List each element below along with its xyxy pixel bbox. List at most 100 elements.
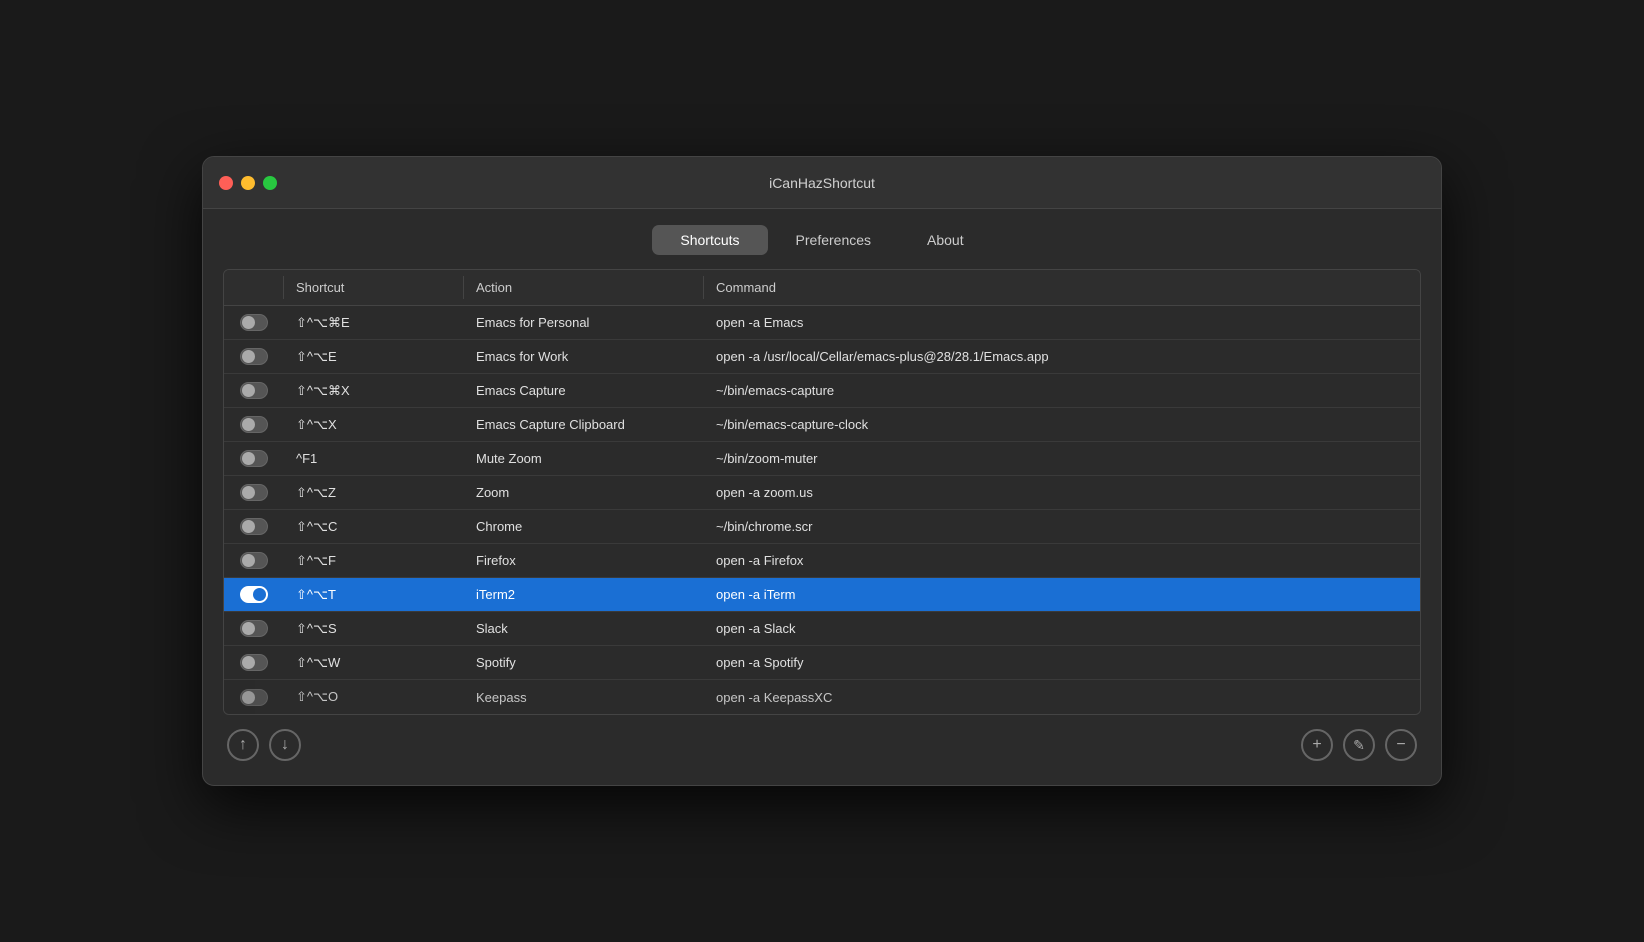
- toggle-switch[interactable]: [240, 382, 268, 399]
- close-button[interactable]: [219, 176, 233, 190]
- tab-bar: Shortcuts Preferences About: [223, 225, 1421, 255]
- table-row[interactable]: ⇧^⌥OKeepassopen -a KeepassXC: [224, 680, 1420, 714]
- toggle-switch[interactable]: [240, 484, 268, 501]
- shortcut-cell: ^F1: [284, 445, 464, 472]
- command-cell: open -a Emacs: [704, 309, 1420, 336]
- toggle-cell[interactable]: [224, 580, 284, 609]
- table-row[interactable]: ⇧^⌥CChrome~/bin/chrome.scr: [224, 510, 1420, 544]
- action-cell: Emacs for Personal: [464, 309, 704, 336]
- toggle-knob: [242, 452, 255, 465]
- toggle-switch[interactable]: [240, 314, 268, 331]
- toggle-cell[interactable]: [224, 478, 284, 507]
- table-body: ⇧^⌥⌘EEmacs for Personalopen -a Emacs⇧^⌥E…: [224, 306, 1420, 714]
- window-title: iCanHazShortcut: [769, 175, 875, 191]
- toggle-cell[interactable]: [224, 376, 284, 405]
- toggle-knob: [242, 316, 255, 329]
- edit-button[interactable]: ✎: [1343, 729, 1375, 761]
- table-row[interactable]: ⇧^⌥⌘EEmacs for Personalopen -a Emacs: [224, 306, 1420, 340]
- shortcuts-table: Shortcut Action Command ⇧^⌥⌘EEmacs for P…: [223, 269, 1421, 715]
- move-down-button[interactable]: ↓: [269, 729, 301, 761]
- command-cell: ~/bin/chrome.scr: [704, 513, 1420, 540]
- toggle-cell[interactable]: [224, 648, 284, 677]
- action-cell: Chrome: [464, 513, 704, 540]
- toggle-cell[interactable]: [224, 308, 284, 337]
- table-row[interactable]: ⇧^⌥XEmacs Capture Clipboard~/bin/emacs-c…: [224, 408, 1420, 442]
- command-cell: open -a /usr/local/Cellar/emacs-plus@28/…: [704, 343, 1420, 370]
- shortcut-cell: ⇧^⌥Z: [284, 479, 464, 507]
- shortcut-cell: ⇧^⌥W: [284, 649, 464, 677]
- header-action: Action: [464, 276, 704, 299]
- table-row[interactable]: ⇧^⌥WSpotifyopen -a Spotify: [224, 646, 1420, 680]
- toggle-knob: [253, 588, 266, 601]
- toggle-knob: [242, 520, 255, 533]
- toggle-knob: [242, 486, 255, 499]
- command-cell: open -a Slack: [704, 615, 1420, 642]
- main-content: Shortcuts Preferences About Shortcut Act…: [203, 209, 1441, 785]
- toggle-switch[interactable]: [240, 586, 268, 603]
- command-cell: ~/bin/emacs-capture: [704, 377, 1420, 404]
- shortcut-cell: ⇧^⌥⌘X: [284, 377, 464, 405]
- footer-left: ↑ ↓: [227, 729, 301, 761]
- toggle-switch[interactable]: [240, 348, 268, 365]
- action-cell: Firefox: [464, 547, 704, 574]
- command-cell: open -a Firefox: [704, 547, 1420, 574]
- toggle-cell[interactable]: [224, 512, 284, 541]
- minimize-button[interactable]: [241, 176, 255, 190]
- shortcut-cell: ⇧^⌥C: [284, 513, 464, 541]
- toggle-cell[interactable]: [224, 683, 284, 712]
- shortcut-cell: ⇧^⌥X: [284, 411, 464, 439]
- table-row[interactable]: ⇧^⌥FFirefoxopen -a Firefox: [224, 544, 1420, 578]
- action-cell: Emacs Capture Clipboard: [464, 411, 704, 438]
- toggle-switch[interactable]: [240, 450, 268, 467]
- command-cell: open -a KeepassXC: [704, 684, 1420, 711]
- action-cell: Zoom: [464, 479, 704, 506]
- toggle-switch[interactable]: [240, 654, 268, 671]
- action-cell: iTerm2: [464, 581, 704, 608]
- table-row[interactable]: ⇧^⌥SSlackopen -a Slack: [224, 612, 1420, 646]
- action-cell: Mute Zoom: [464, 445, 704, 472]
- toggle-knob: [242, 350, 255, 363]
- table-row[interactable]: ⇧^⌥⌘XEmacs Capture~/bin/emacs-capture: [224, 374, 1420, 408]
- toggle-switch[interactable]: [240, 518, 268, 535]
- titlebar: iCanHazShortcut: [203, 157, 1441, 209]
- remove-button[interactable]: −: [1385, 729, 1417, 761]
- toggle-switch[interactable]: [240, 689, 268, 706]
- table-row[interactable]: ⇧^⌥ZZoomopen -a zoom.us: [224, 476, 1420, 510]
- maximize-button[interactable]: [263, 176, 277, 190]
- shortcut-cell: ⇧^⌥O: [284, 683, 464, 711]
- command-cell: open -a zoom.us: [704, 479, 1420, 506]
- command-cell: open -a iTerm: [704, 581, 1420, 608]
- shortcut-cell: ⇧^⌥E: [284, 343, 464, 371]
- tab-about[interactable]: About: [899, 225, 992, 255]
- toggle-switch[interactable]: [240, 620, 268, 637]
- header-command: Command: [704, 276, 1420, 299]
- action-cell: Keepass: [464, 684, 704, 711]
- action-cell: Spotify: [464, 649, 704, 676]
- header-toggle: [224, 276, 284, 299]
- toggle-switch[interactable]: [240, 416, 268, 433]
- table-row[interactable]: ^F1Mute Zoom~/bin/zoom-muter: [224, 442, 1420, 476]
- toggle-cell[interactable]: [224, 444, 284, 473]
- footer: ↑ ↓ + ✎ −: [223, 715, 1421, 765]
- tab-preferences[interactable]: Preferences: [768, 225, 899, 255]
- toggle-cell[interactable]: [224, 342, 284, 371]
- toggle-cell[interactable]: [224, 614, 284, 643]
- traffic-lights: [219, 176, 277, 190]
- header-shortcut: Shortcut: [284, 276, 464, 299]
- table-row[interactable]: ⇧^⌥EEmacs for Workopen -a /usr/local/Cel…: [224, 340, 1420, 374]
- move-up-button[interactable]: ↑: [227, 729, 259, 761]
- shortcut-cell: ⇧^⌥S: [284, 615, 464, 643]
- toggle-switch[interactable]: [240, 552, 268, 569]
- table-row[interactable]: ⇧^⌥TiTerm2open -a iTerm: [224, 578, 1420, 612]
- command-cell: ~/bin/zoom-muter: [704, 445, 1420, 472]
- toggle-knob: [242, 691, 255, 704]
- shortcut-cell: ⇧^⌥⌘E: [284, 309, 464, 337]
- toggle-cell[interactable]: [224, 410, 284, 439]
- add-button[interactable]: +: [1301, 729, 1333, 761]
- footer-right: + ✎ −: [1301, 729, 1417, 761]
- action-cell: Slack: [464, 615, 704, 642]
- command-cell: ~/bin/emacs-capture-clock: [704, 411, 1420, 438]
- toggle-cell[interactable]: [224, 546, 284, 575]
- shortcut-cell: ⇧^⌥T: [284, 581, 464, 609]
- tab-shortcuts[interactable]: Shortcuts: [652, 225, 767, 255]
